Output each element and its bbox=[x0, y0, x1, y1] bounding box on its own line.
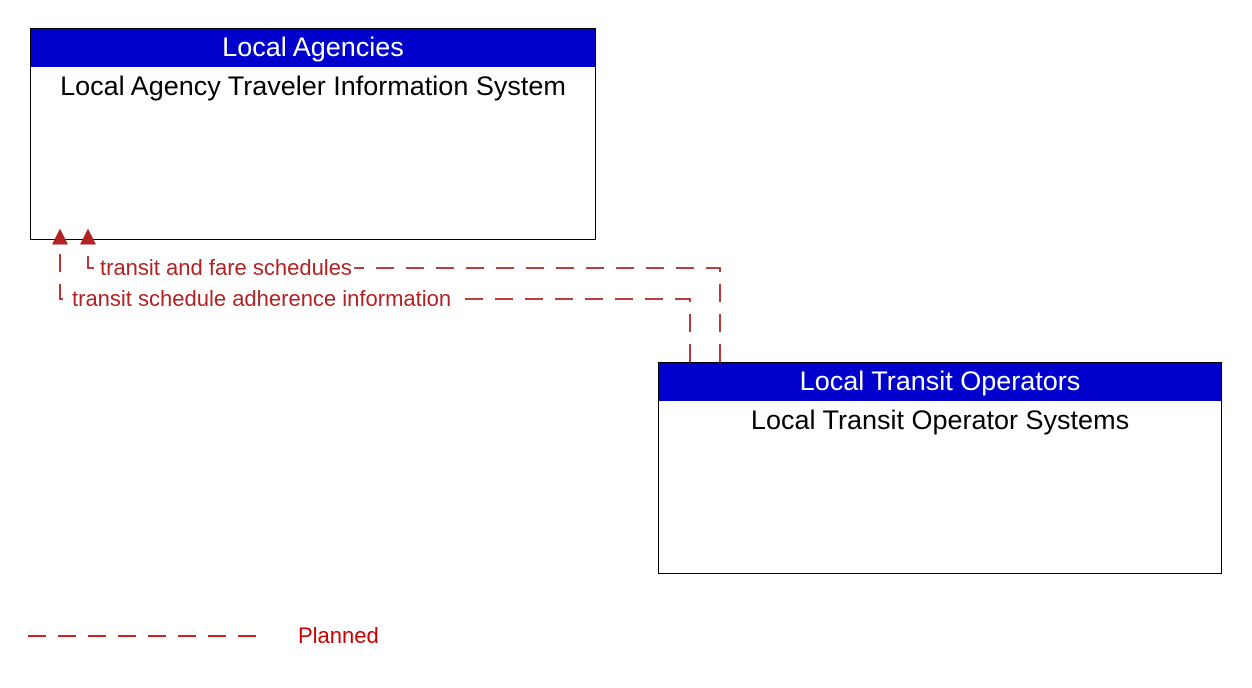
node-local-transit-operators: Local Transit Operators Local Transit Op… bbox=[658, 362, 1222, 574]
legend-label-planned: Planned bbox=[298, 623, 379, 649]
diagram-canvas: Local Agencies Local Agency Traveler Inf… bbox=[0, 0, 1252, 688]
flow-label-transit-and-fare-schedules: transit and fare schedules bbox=[98, 255, 354, 281]
node-local-transit-operators-header: Local Transit Operators bbox=[659, 363, 1221, 401]
node-local-transit-operators-body: Local Transit Operator Systems bbox=[659, 401, 1221, 436]
node-local-agencies-body: Local Agency Traveler Information System bbox=[31, 67, 595, 102]
node-local-agencies-header: Local Agencies bbox=[31, 29, 595, 67]
flow-label-transit-schedule-adherence: transit schedule adherence information bbox=[70, 286, 453, 312]
node-local-agencies: Local Agencies Local Agency Traveler Inf… bbox=[30, 28, 596, 240]
